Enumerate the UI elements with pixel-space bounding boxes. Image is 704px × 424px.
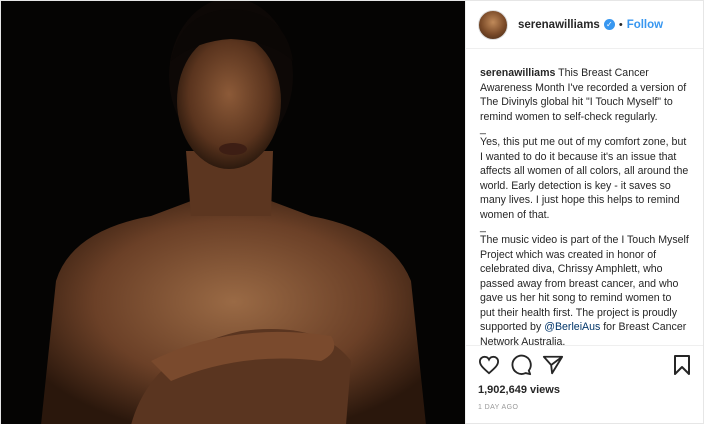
header-username[interactable]: serenawilliams <box>518 19 600 31</box>
caption-separator-1: _ <box>480 123 486 135</box>
post-header: serenawilliams ✓ • Follow <box>466 1 703 49</box>
bookmark-icon[interactable] <box>673 354 691 376</box>
share-icon[interactable] <box>542 354 564 376</box>
post-sidebar: serenawilliams ✓ • Follow serenawilliams… <box>465 1 703 423</box>
heart-icon[interactable] <box>478 355 500 375</box>
caption-paragraph-3: The music video is part of the I Touch M… <box>480 233 689 345</box>
post-actions: 1,902,649 views 1 DAY AGO <box>466 345 703 423</box>
instagram-post: serenawilliams ✓ • Follow serenawilliams… <box>0 0 704 424</box>
post-caption: serenawilliams This Breast Cancer Awaren… <box>466 49 703 345</box>
follow-button[interactable]: Follow <box>627 19 663 31</box>
caption-separator-2: _ <box>480 221 486 233</box>
action-icons <box>478 352 691 378</box>
comment-icon[interactable] <box>510 354 532 376</box>
caption-paragraph-1: serenawilliams This Breast Cancer Awaren… <box>480 66 689 124</box>
mention-link[interactable]: @BerleiAus <box>544 321 600 333</box>
view-count[interactable]: 1,902,649 views <box>478 384 691 396</box>
caption-username[interactable]: serenawilliams <box>480 67 555 79</box>
avatar[interactable] <box>478 9 508 40</box>
separator-dot: • <box>618 18 623 31</box>
caption-paragraph-2: Yes, this put me out of my comfort zone,… <box>480 136 692 221</box>
video-frame-illustration <box>1 1 465 424</box>
verified-badge-icon: ✓ <box>603 19 615 30</box>
post-timestamp[interactable]: 1 DAY AGO <box>478 404 691 411</box>
post-video[interactable] <box>1 1 465 424</box>
caption-text-3a: The music video is part of the I Touch M… <box>480 234 692 333</box>
